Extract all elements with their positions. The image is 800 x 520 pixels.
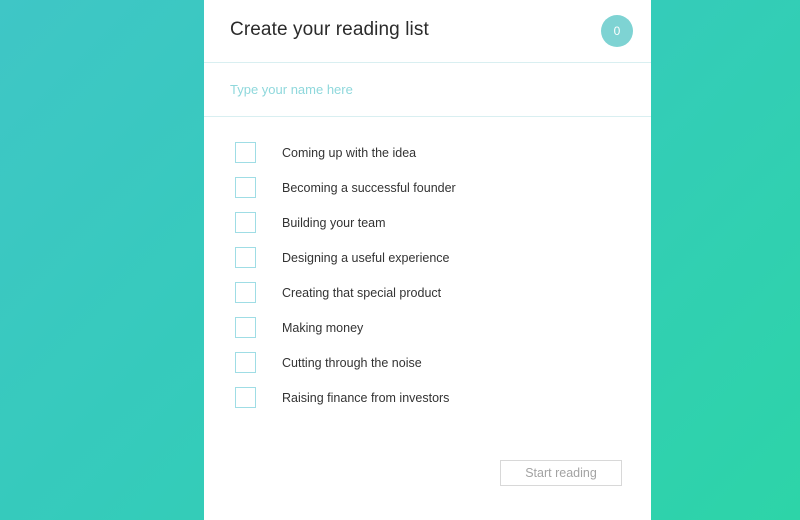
selected-count: 0 — [613, 24, 621, 38]
reading-list: Coming up with the idea Becoming a succes… — [204, 117, 651, 415]
card-footer: Start reading — [204, 460, 651, 520]
list-item[interactable]: Cutting through the noise — [204, 345, 651, 380]
checkbox-icon[interactable] — [235, 142, 256, 163]
list-item-label: Building your team — [282, 215, 386, 230]
list-item-label: Coming up with the idea — [282, 145, 417, 160]
list-item[interactable]: Designing a useful experience — [204, 240, 651, 275]
checkbox-icon[interactable] — [235, 352, 256, 373]
list-item-label: Raising finance from investors — [282, 390, 450, 405]
card-header: Create your reading list 0 — [204, 0, 651, 63]
status-badge: 0 — [601, 15, 633, 47]
name-field-row — [204, 63, 651, 117]
list-item-label: Making money — [282, 320, 364, 335]
list-item[interactable]: Becoming a successful founder — [204, 170, 651, 205]
checkbox-icon[interactable] — [235, 282, 256, 303]
list-item[interactable]: Creating that special product — [204, 275, 651, 310]
checkbox-icon[interactable] — [235, 212, 256, 233]
checkbox-icon[interactable] — [235, 247, 256, 268]
checkbox-icon[interactable] — [235, 317, 256, 338]
list-item[interactable]: Raising finance from investors — [204, 380, 651, 415]
name-input[interactable] — [230, 63, 630, 116]
list-item[interactable]: Building your team — [204, 205, 651, 240]
list-item[interactable]: Coming up with the idea — [204, 135, 651, 170]
list-item-label: Cutting through the noise — [282, 355, 422, 370]
start-reading-button[interactable]: Start reading — [500, 460, 622, 486]
list-item-label: Designing a useful experience — [282, 250, 450, 265]
list-item[interactable]: Making money — [204, 310, 651, 345]
list-item-label: Creating that special product — [282, 285, 442, 300]
page-title: Create your reading list — [230, 19, 429, 40]
reading-list-card: Create your reading list 0 Coming up wit… — [204, 0, 651, 520]
checkbox-icon[interactable] — [235, 387, 256, 408]
list-item-label: Becoming a successful founder — [282, 180, 456, 195]
checkbox-icon[interactable] — [235, 177, 256, 198]
